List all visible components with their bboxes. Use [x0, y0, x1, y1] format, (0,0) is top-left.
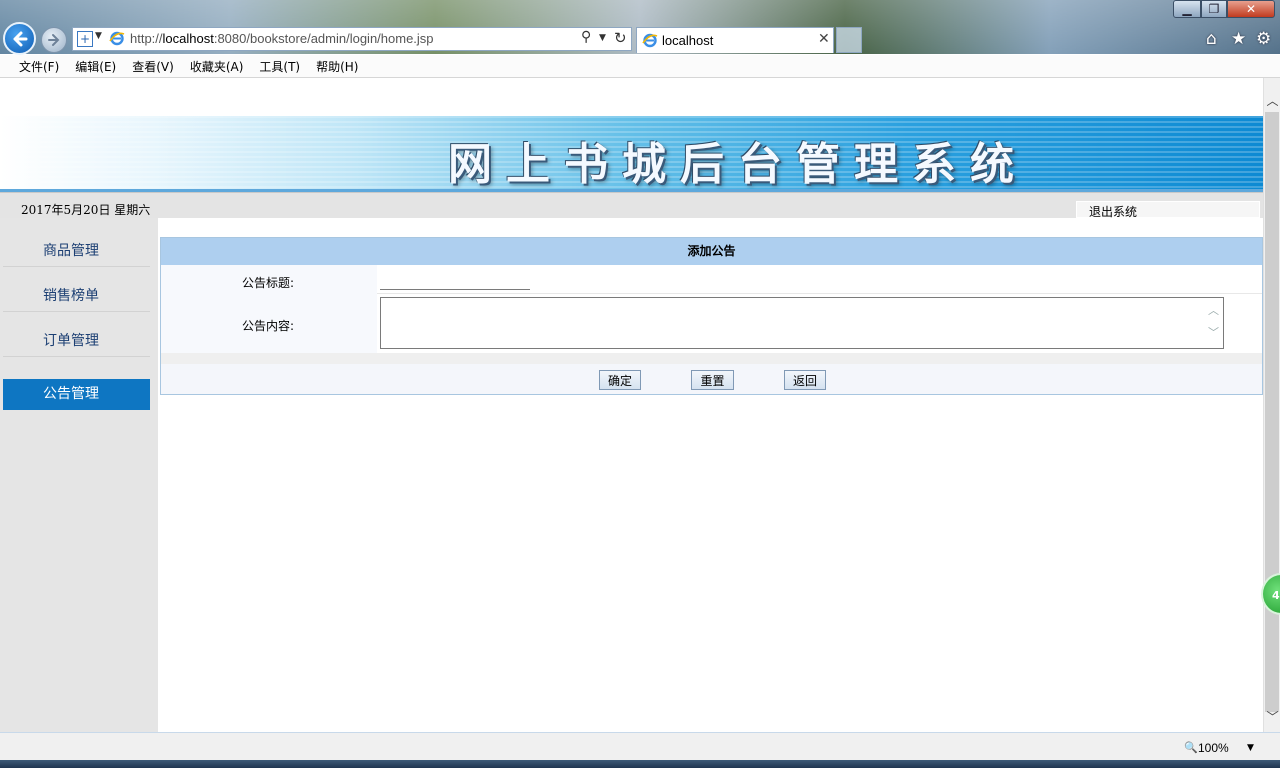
- refresh-icon[interactable]: ↻: [614, 29, 627, 47]
- gear-icon[interactable]: ⚙: [1256, 29, 1271, 49]
- scroll-down-icon[interactable]: ﹀: [1264, 708, 1280, 725]
- url-text[interactable]: http://localhost:8080/bookstore/admin/lo…: [130, 31, 434, 46]
- date-text: 2017年5月20日 星期六: [21, 203, 151, 217]
- ie-logo-icon: [109, 31, 125, 46]
- info-bar: 2017年5月20日 星期六 退出系统: [0, 192, 1263, 220]
- window-controls: ▁ ❐ ✕: [1173, 0, 1275, 19]
- logout-link[interactable]: 退出系统: [1089, 203, 1137, 220]
- back-link-button[interactable]: 返回: [784, 370, 826, 390]
- taskbar: [0, 760, 1280, 768]
- form-title: 添加公告: [161, 238, 1262, 265]
- menu-file[interactable]: 文件(F): [19, 58, 59, 75]
- menu-edit[interactable]: 编辑(E): [75, 58, 116, 75]
- scroll-thumb[interactable]: [1265, 112, 1279, 712]
- menu-bar: 文件(F) 编辑(E) 查看(V) 收藏夹(A) 工具(T) 帮助(H): [0, 54, 1280, 78]
- address-bar[interactable]: + ▼ http://localhost:8080/bookstore/admi…: [72, 27, 632, 51]
- content-label: 公告内容:: [241, 319, 294, 333]
- content-row: 公告内容: ︿ ﹀: [161, 293, 1262, 353]
- scroll-up-icon[interactable]: ︿: [1264, 92, 1280, 109]
- sidebar: 商品管理 销售榜单 订单管理 公告管理: [0, 218, 158, 732]
- home-icon[interactable]: ⌂: [1206, 29, 1217, 49]
- favorites-star-icon[interactable]: ★: [1231, 29, 1246, 49]
- tab-localhost[interactable]: localhost ✕: [636, 27, 834, 53]
- add-announcement-form: 添加公告 公告标题: 公告内容: ︿ ﹀ 确定 重置 返回: [160, 237, 1263, 395]
- arrow-left-icon: [13, 31, 27, 46]
- content-textarea[interactable]: [380, 297, 1224, 349]
- ie-logo-icon: [642, 33, 658, 48]
- title-label: 公告标题:: [241, 276, 294, 290]
- close-icon[interactable]: ✕: [818, 31, 830, 47]
- page-viewport: 网上书城后台管理系统 2017年5月20日 星期六 退出系统 商品管理 销售榜单…: [0, 78, 1263, 732]
- title-input[interactable]: [380, 268, 530, 290]
- menu-help[interactable]: 帮助(H): [316, 58, 358, 75]
- vertical-scrollbar[interactable]: ︿ ﹀: [1263, 78, 1280, 732]
- menu-favorites[interactable]: 收藏夹(A): [190, 58, 244, 75]
- menu-tools[interactable]: 工具(T): [259, 58, 300, 75]
- sidebar-item-products[interactable]: 商品管理: [3, 236, 150, 267]
- search-icon[interactable]: ⚲: [581, 29, 591, 45]
- chevron-down-icon[interactable]: ▼: [95, 31, 102, 41]
- logout-box: 退出系统: [1076, 201, 1260, 220]
- menu-view[interactable]: 查看(V): [132, 58, 174, 75]
- site-banner: 网上书城后台管理系统: [0, 116, 1263, 190]
- banner-title: 网上书城后台管理系统: [448, 139, 1028, 190]
- textarea-scroll-up-icon[interactable]: ︿: [1208, 302, 1219, 318]
- sidebar-item-orders[interactable]: 订单管理: [3, 326, 150, 357]
- forward-button[interactable]: [41, 27, 67, 53]
- textarea-scroll-down-icon[interactable]: ﹀: [1208, 324, 1219, 340]
- new-tab-button[interactable]: [836, 27, 862, 53]
- maximize-button[interactable]: ❐: [1201, 0, 1227, 18]
- arrow-right-icon: [48, 34, 60, 46]
- confirm-button[interactable]: 确定: [599, 370, 641, 390]
- compatibility-view-icon[interactable]: +: [77, 31, 93, 47]
- tab-label: localhost: [662, 33, 714, 48]
- sidebar-item-sales-ranking[interactable]: 销售榜单: [3, 281, 150, 312]
- sidebar-item-announcements[interactable]: 公告管理: [3, 379, 150, 410]
- zoom-level[interactable]: 100%: [1198, 741, 1229, 755]
- content-label-cell: 公告内容:: [161, 293, 377, 353]
- chevron-down-icon[interactable]: ▼: [599, 33, 606, 43]
- form-spacer: [161, 353, 1262, 364]
- back-button[interactable]: [3, 22, 36, 55]
- title-row: 公告标题:: [161, 265, 1262, 294]
- status-bar: 🔍 100% ▼: [0, 732, 1280, 760]
- form-buttons-row: 确定 重置 返回: [161, 364, 1262, 394]
- close-window-button[interactable]: ✕: [1227, 0, 1275, 18]
- title-label-cell: 公告标题:: [161, 265, 377, 293]
- minimize-button[interactable]: ▁: [1173, 0, 1201, 18]
- chevron-down-icon[interactable]: ▼: [1247, 743, 1254, 753]
- reset-button[interactable]: 重置: [691, 370, 734, 390]
- zoom-icon[interactable]: 🔍: [1184, 741, 1198, 754]
